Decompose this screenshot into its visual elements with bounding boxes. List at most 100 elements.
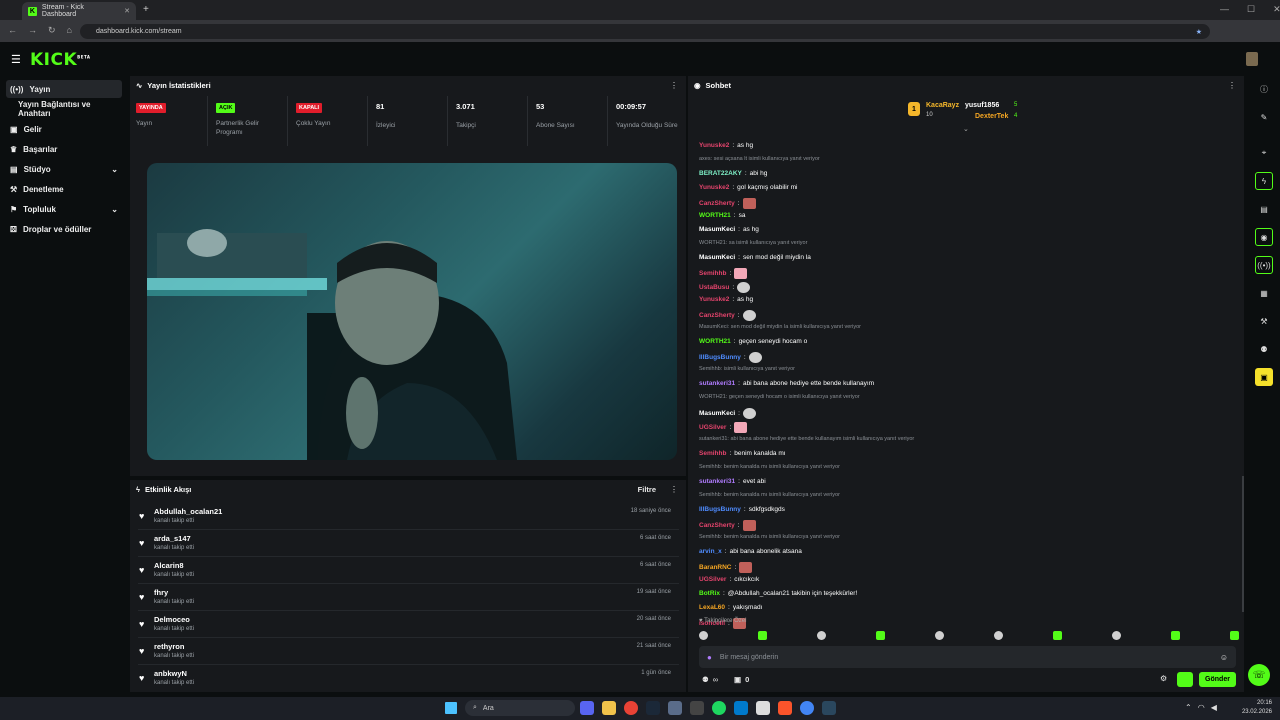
chat-username[interactable]: BotRix xyxy=(699,590,720,597)
broadcast-toggle-icon[interactable]: ((•)) xyxy=(1255,256,1273,274)
wrench-icon[interactable]: ⚒ xyxy=(1255,312,1273,330)
event-row[interactable]: ♥ anbkwyN kanalı takip etti 1 gün önce xyxy=(138,666,679,692)
chat-username[interactable]: arvin_x xyxy=(699,548,722,555)
taskbar-search[interactable]: ⌕ Ara xyxy=(465,700,575,716)
chat-message[interactable]: Semihhb: benim kanalda mı xyxy=(699,450,786,457)
chat-message[interactable]: WORTH21: sa xyxy=(699,212,745,219)
bookmark-star-icon[interactable]: ★ xyxy=(1196,28,1202,36)
window-controls[interactable]: — ☐ ✕ xyxy=(1220,4,1280,15)
sidebar-item-yayin[interactable]: ((•)) Yayın xyxy=(6,80,122,98)
chat-username[interactable]: Semihhb xyxy=(699,270,726,277)
chat-username[interactable]: WORTH21 xyxy=(699,338,731,345)
chat-username[interactable]: Yunuske2 xyxy=(699,142,729,149)
reload-icon[interactable]: ↻ xyxy=(48,25,56,36)
chat-message[interactable]: Yunuske2: gol kaçmış olabilir mi xyxy=(699,184,798,191)
emote-icon[interactable] xyxy=(817,631,826,640)
chat-username[interactable]: MasumKeci xyxy=(699,410,735,417)
sidebar-item-gelir[interactable]: ▣ Gelir xyxy=(6,120,122,138)
emote-icon[interactable] xyxy=(1053,631,1062,640)
chat-username[interactable]: sutankeri31 xyxy=(699,380,735,387)
chat-username[interactable]: Yunuske2 xyxy=(699,184,729,191)
chat-username[interactable]: CanzSherty xyxy=(699,200,735,207)
chat-username[interactable]: Yunuske2 xyxy=(699,296,729,303)
expand-chevron-icon[interactable]: ⌄ xyxy=(963,125,969,133)
event-row[interactable]: ♥ Delmoceo kanalı takip etti 20 saat önce xyxy=(138,612,679,638)
brave-icon[interactable] xyxy=(778,701,792,715)
spotify-icon[interactable] xyxy=(712,701,726,715)
chat-username[interactable]: MasumKeci xyxy=(699,226,735,233)
sidebar-item-basarilar[interactable]: ♛ Başarılar xyxy=(6,140,122,158)
windows-start-icon[interactable] xyxy=(445,702,457,714)
more-options-icon[interactable]: ⋮ xyxy=(670,485,678,494)
document-icon[interactable]: ▤ xyxy=(1255,200,1273,218)
clock[interactable]: 20:16 23.02.2026 xyxy=(1240,699,1272,717)
chat-message[interactable]: MasumKeci: xyxy=(699,408,756,419)
chat-message[interactable]: BotRix: @Abdullah_ocalan21 takibin için t… xyxy=(699,590,857,597)
browser-tab[interactable]: K Stream - Kick Dashboard ✕ xyxy=(22,2,136,20)
stream-preview-video[interactable] xyxy=(147,163,677,460)
chat-message[interactable]: LexaL60: yakışmadı xyxy=(699,604,762,611)
home-icon[interactable]: ⌂ xyxy=(67,25,72,36)
chat-username[interactable]: UGSilver xyxy=(699,424,726,431)
sidebar-item-topluluk[interactable]: ⚑ Topluluk ⌄ xyxy=(6,200,122,218)
chat-message[interactable]: IllBugsBunny: xyxy=(699,352,762,363)
clapper-icon[interactable]: ▣ xyxy=(1255,368,1273,386)
vscode-icon[interactable] xyxy=(734,701,748,715)
chat-username[interactable]: WORTH21 xyxy=(699,212,731,219)
steam-client-icon[interactable] xyxy=(822,701,836,715)
event-row[interactable]: ♥ arda_s147 kanalı takip etti 6 saat önce xyxy=(138,531,679,557)
more-options-icon[interactable]: ⋮ xyxy=(1228,81,1236,90)
leader-name[interactable]: KacaRayz xyxy=(926,102,959,109)
chat-username[interactable]: Semihhb xyxy=(699,450,726,457)
chat-input[interactable]: ● Bir mesaj gönderin ☺ xyxy=(699,646,1236,668)
chat-message[interactable]: UGSilver: xyxy=(699,422,748,433)
chat-message[interactable]: sutankeri31: evet abi xyxy=(699,478,766,485)
new-tab-icon[interactable]: + xyxy=(143,4,149,15)
send-button[interactable]: Gönder xyxy=(1199,672,1236,687)
points-display[interactable]: ⚉ ∞ xyxy=(702,675,718,684)
chat-message[interactable]: Yunuske2: as hg xyxy=(699,296,753,303)
notion-icon[interactable] xyxy=(756,701,770,715)
event-row[interactable]: ♥ Alcarin8 kanalı takip etti 6 saat önce xyxy=(138,558,679,584)
chat-username[interactable]: BERAT22AKY xyxy=(699,170,742,177)
file-explorer-icon[interactable] xyxy=(602,701,616,715)
avatar[interactable] xyxy=(1246,52,1258,66)
mic-icon[interactable]: ● xyxy=(707,653,712,662)
emote-icon[interactable] xyxy=(758,631,767,640)
sidebar-item-denetleme[interactable]: ⚒ Denetleme xyxy=(6,180,122,198)
emote-icon[interactable] xyxy=(1171,631,1180,640)
emote-icon[interactable] xyxy=(1230,631,1239,640)
chat-message[interactable]: Semihhb: xyxy=(699,268,748,279)
chat-message[interactable]: CanzSherty: xyxy=(699,310,756,321)
chat-username[interactable]: IllBugsBunny xyxy=(699,354,741,361)
back-icon[interactable]: ← xyxy=(8,25,17,36)
chat-username[interactable]: CanzSherty xyxy=(699,522,735,529)
leader-name[interactable]: DexterTek xyxy=(975,113,1008,120)
steam-icon[interactable] xyxy=(646,701,660,715)
chat-message[interactable]: MasumKeci: sen mod değil miydin la xyxy=(699,254,811,261)
help-chat-icon[interactable]: ☏ xyxy=(1248,664,1270,686)
kick-logo[interactable]: KICKBETA xyxy=(30,50,90,70)
chat-message[interactable]: WORTH21: geçen seneydi hocam o xyxy=(699,338,807,345)
leader-name[interactable]: yusuf1856 xyxy=(965,102,999,109)
menu-icon[interactable]: ☰ xyxy=(11,53,21,66)
close-tab-icon[interactable]: ✕ xyxy=(124,7,130,15)
emote-icon[interactable] xyxy=(935,631,944,640)
emote-icon[interactable] xyxy=(1112,631,1121,640)
chat-username[interactable]: sutankeri31 xyxy=(699,478,735,485)
chrome-profile-icon[interactable] xyxy=(800,701,814,715)
chat-username[interactable]: MasumKeci xyxy=(699,254,735,261)
sidebar-item-stream-key[interactable]: Yayın Bağlantısı ve Anahtarı xyxy=(6,100,122,118)
emote-icon[interactable] xyxy=(699,631,708,640)
chat-username[interactable]: UGSilver xyxy=(699,576,726,583)
chat-username[interactable]: IllBugsBunny xyxy=(699,506,741,513)
event-row[interactable]: ♥ rethyron kanalı takip etti 21 saat önce xyxy=(138,639,679,665)
sidebar-item-studyo[interactable]: ▤ Stüdyo ⌄ xyxy=(6,160,122,178)
system-tray[interactable]: ⌃ ◠ ◀ xyxy=(1185,703,1217,712)
chat-toggle-icon[interactable]: ◉ xyxy=(1255,228,1273,246)
community-icon[interactable]: ⚉ xyxy=(1255,340,1273,358)
chat-message[interactable]: BaranRNC: xyxy=(699,562,753,573)
chat-message[interactable]: MasumKeci: as hg xyxy=(699,226,759,233)
chat-username[interactable]: LexaL60 xyxy=(699,604,725,611)
event-row[interactable]: ♥ fhry kanalı takip etti 19 saat önce xyxy=(138,585,679,611)
